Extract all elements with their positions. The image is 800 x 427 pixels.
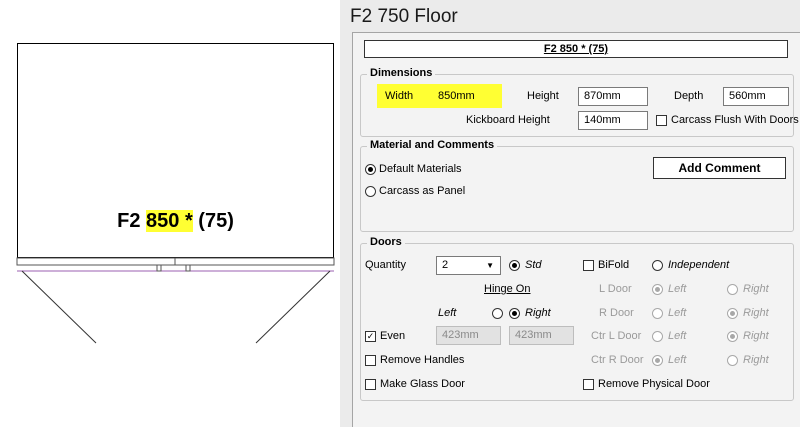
add-comment-button[interactable]: Add Comment: [653, 157, 786, 179]
ctr-r-door-right-label: Right: [743, 354, 769, 366]
height-field[interactable]: 870mm: [578, 87, 648, 106]
make-glass-label: Make Glass Door: [380, 378, 465, 390]
std-radio[interactable]: [509, 260, 520, 271]
l-door-left-radio[interactable]: [652, 284, 663, 295]
bifold-label: BiFold: [598, 259, 630, 271]
ctr-l-door-right-radio[interactable]: [727, 331, 738, 342]
make-glass-checkbox[interactable]: [365, 379, 376, 390]
kickboard-label: Kickboard Height: [466, 114, 550, 126]
r-door-left-radio[interactable]: [652, 308, 663, 319]
remove-physical-checkbox[interactable]: [583, 379, 594, 390]
dimensions-group-title: Dimensions: [367, 67, 436, 79]
independent-label: Independent: [668, 259, 730, 271]
dropdown-arrow-icon[interactable]: ▼: [486, 257, 494, 274]
height-label: Height: [527, 90, 559, 102]
doors-group-title: Doors: [367, 236, 405, 248]
r-door-right-label: Right: [743, 307, 769, 319]
hinge-left-radio[interactable]: [492, 308, 503, 319]
material-group-title: Material and Comments: [367, 139, 498, 151]
cabinet-preview: F2 850 * (75): [0, 0, 350, 427]
r-door-right-radio[interactable]: [727, 308, 738, 319]
r-door-label: R Door: [599, 307, 634, 319]
carcass-panel-label: Carcass as Panel: [379, 185, 466, 197]
carcass-flush-checkbox[interactable]: [656, 115, 667, 126]
even-label: Even: [380, 330, 406, 342]
ctr-r-door-label: Ctr R Door: [591, 354, 644, 366]
kickboard-field[interactable]: 140mm: [578, 111, 648, 130]
cabinet-name-field[interactable]: F2 850 * (75): [364, 40, 788, 58]
independent-radio[interactable]: [652, 260, 663, 271]
carcass-flush-label: Carcass Flush With Doors: [671, 114, 799, 126]
ctr-l-door-label: Ctr L Door: [591, 330, 642, 342]
window-title: F2 750 Floor: [350, 6, 458, 27]
ctr-r-door-right-radio[interactable]: [727, 355, 738, 366]
std-label: Std: [525, 259, 542, 271]
ctr-r-door-left-label: Left: [668, 354, 687, 366]
cabinet-properties-panel: F2 750 Floor F2 850 * (75) Dimensions Wi…: [340, 0, 800, 427]
l-door-right-label: Right: [743, 283, 769, 295]
depth-field[interactable]: 560mm: [723, 87, 789, 106]
width-label: Width: [385, 90, 414, 102]
hinge-right-label: Right: [525, 307, 551, 319]
door-swing-drawing: [16, 257, 335, 344]
hinge-on-label: Hinge On: [484, 283, 531, 295]
ctr-l-door-right-label: Right: [743, 330, 769, 342]
l-door-label: L Door: [599, 283, 632, 295]
quantity-value: 2: [442, 259, 449, 271]
hinge-right-radio[interactable]: [509, 308, 520, 319]
ctr-l-door-left-label: Left: [668, 330, 687, 342]
bifold-checkbox[interactable]: [583, 260, 594, 271]
carcass-panel-radio[interactable]: [365, 186, 376, 197]
default-materials-label: Default Materials: [379, 163, 462, 175]
ctr-l-door-left-radio[interactable]: [652, 331, 663, 342]
remove-handles-label: Remove Handles: [380, 354, 465, 366]
even-left-width-field[interactable]: 423mm: [436, 326, 501, 345]
quantity-label: Quantity: [365, 259, 406, 271]
l-door-right-radio[interactable]: [727, 284, 738, 295]
quantity-select[interactable]: 2 ▼: [436, 256, 501, 275]
even-right-width-field[interactable]: 423mm: [509, 326, 574, 345]
hinge-left-label: Left: [438, 307, 457, 319]
ctr-r-door-left-radio[interactable]: [652, 355, 663, 366]
remove-handles-checkbox[interactable]: [365, 355, 376, 366]
remove-physical-label: Remove Physical Door: [598, 378, 710, 390]
width-value[interactable]: 850mm: [438, 90, 475, 102]
r-door-left-label: Left: [668, 307, 687, 319]
depth-label: Depth: [674, 90, 704, 102]
even-checkbox[interactable]: ✓: [365, 331, 376, 342]
default-materials-radio[interactable]: [365, 164, 376, 175]
l-door-left-label: Left: [668, 283, 687, 295]
